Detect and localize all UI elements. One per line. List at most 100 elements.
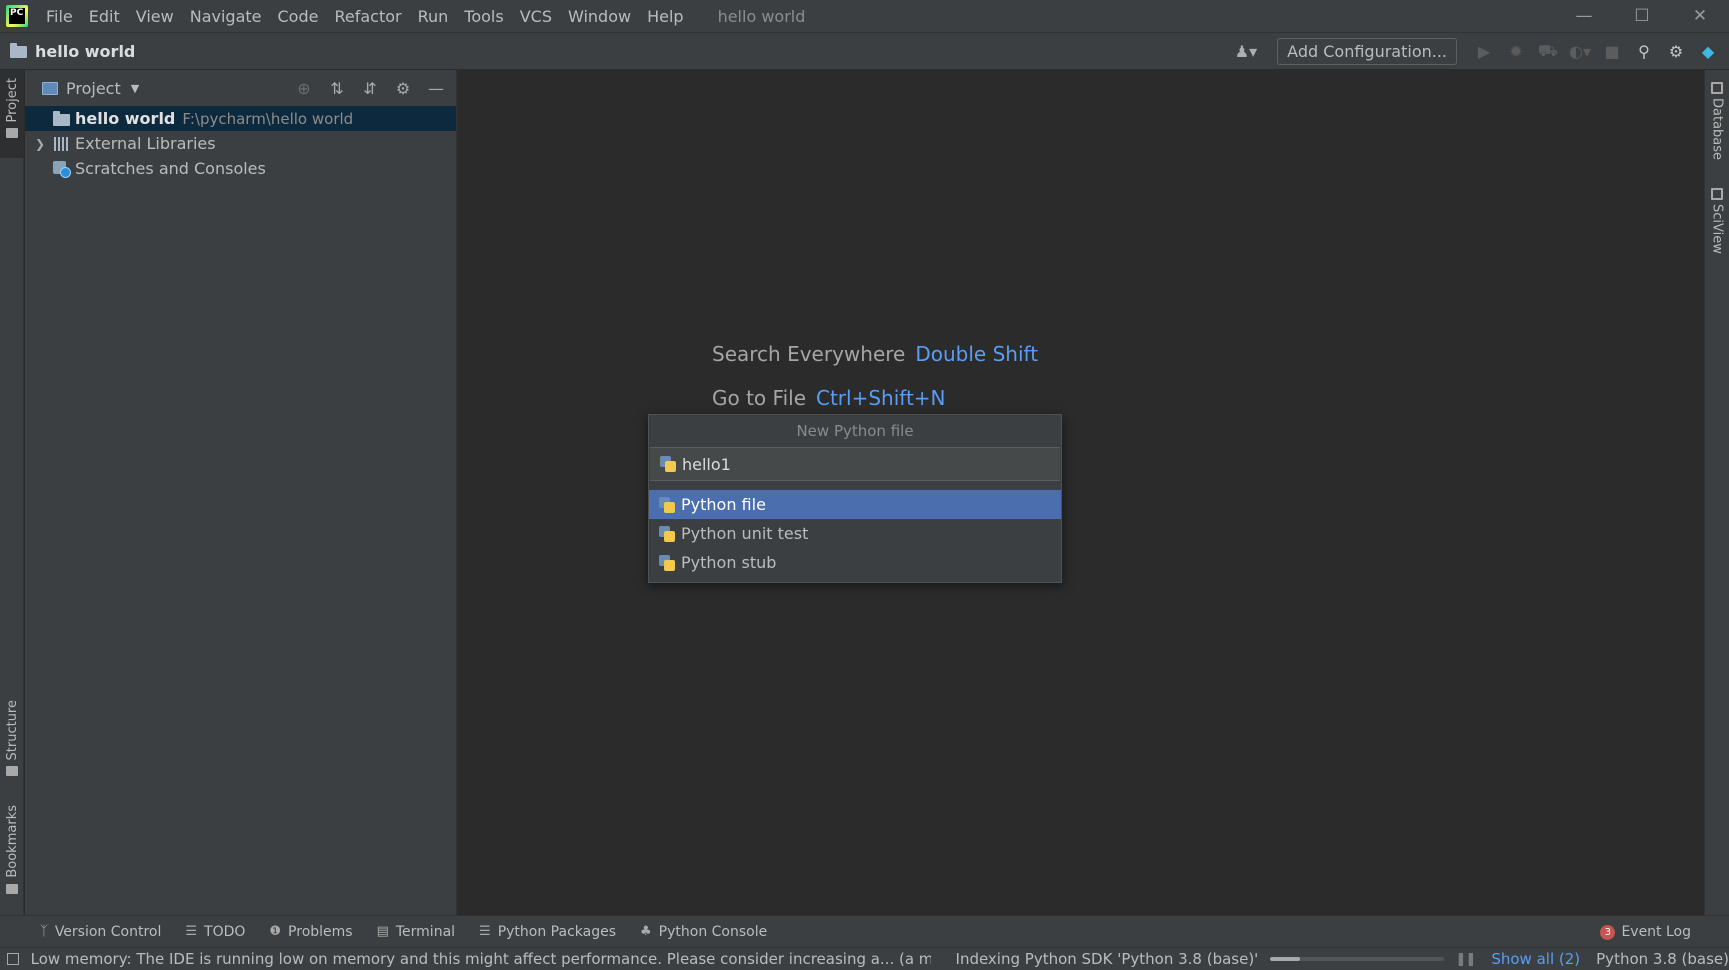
python-packages-tab[interactable]: ☰ Python Packages — [479, 924, 616, 940]
bookmarks-tool-tab[interactable]: Bookmarks — [0, 805, 24, 894]
expand-all-icon[interactable]: ⇅ — [325, 76, 349, 100]
run-toolbar: ♟▾ Add Configuration... ▶ ✹ ⛟ ◐▾ ■ ⚲ ⚙ ◆ — [1235, 33, 1729, 69]
file-type-list: Python file Python unit test Python stub — [649, 481, 1061, 577]
close-icon[interactable]: ✕ — [1671, 0, 1729, 32]
menu-window[interactable]: Window — [568, 7, 631, 26]
interpreter-selector[interactable]: Python 3.8 (base) — [1596, 950, 1729, 968]
gear-icon[interactable]: ⚙ — [1665, 40, 1687, 62]
bookmark-icon — [6, 883, 18, 894]
breadcrumb[interactable]: hello world — [35, 42, 135, 61]
python-test-icon — [659, 525, 675, 542]
search-everywhere-hint: Search Everywhere Double Shift — [712, 342, 1038, 366]
chevron-right-icon[interactable]: ❯ — [35, 137, 49, 151]
stop-icon[interactable]: ■ — [1601, 40, 1623, 62]
menu-vcs[interactable]: VCS — [520, 7, 552, 26]
show-all-link[interactable]: Show all (2) — [1491, 950, 1580, 968]
option-python-stub[interactable]: Python stub — [649, 548, 1061, 577]
database-tool-tab[interactable]: Database — [1705, 82, 1729, 160]
hint-shortcut: Double Shift — [915, 342, 1039, 366]
info-icon: ❶ — [269, 924, 282, 939]
locate-file-icon[interactable]: ⊕ — [292, 76, 316, 100]
minimize-icon[interactable]: — — [1555, 0, 1613, 32]
event-count-badge: 3 — [1600, 924, 1616, 940]
go-to-file-hint: Go to File Ctrl+Shift+N — [712, 386, 946, 410]
packages-icon: ☰ — [479, 924, 491, 939]
python-file-icon — [660, 456, 676, 472]
option-label: Python stub — [681, 553, 777, 572]
structure-icon — [6, 766, 18, 777]
file-name-input[interactable]: hello1 — [650, 447, 1060, 481]
menu-code[interactable]: Code — [278, 7, 319, 26]
database-tab-label: Database — [1709, 98, 1725, 161]
editor-area[interactable]: Search Everywhere Double Shift Go to File… — [458, 70, 1704, 915]
tab-label: Terminal — [395, 923, 456, 940]
problems-tab[interactable]: ❶ Problems — [269, 924, 352, 940]
debug-icon[interactable]: ✹ — [1505, 40, 1527, 62]
gear-icon[interactable]: ⚙ — [391, 76, 415, 100]
project-tree: ▸ hello world F:\pycharm\hello world ❯ E… — [25, 106, 456, 181]
menu-run[interactable]: Run — [418, 7, 449, 26]
scratches-icon — [53, 161, 71, 178]
list-icon: ☰ — [185, 924, 198, 939]
tree-item-label: Scratches and Consoles — [75, 159, 266, 178]
search-icon[interactable]: ⚲ — [1633, 40, 1655, 62]
tab-label: TODO — [204, 923, 246, 940]
database-icon — [1711, 82, 1723, 94]
sciview-tool-tab[interactable]: SciView — [1705, 188, 1729, 254]
status-bar: Low memory: The IDE is running low on me… — [0, 947, 1729, 970]
tree-item-external-libraries[interactable]: ❯ External Libraries — [25, 131, 456, 156]
right-tool-stripe: Database SciView — [1704, 70, 1729, 915]
jetbrains-toolbox-icon[interactable]: ◆ — [1697, 40, 1719, 62]
chevron-down-icon[interactable]: ▼ — [131, 82, 139, 95]
coverage-icon[interactable]: ⛟ — [1537, 40, 1559, 62]
terminal-tab[interactable]: ▤ Terminal — [377, 924, 455, 940]
libraries-icon — [53, 136, 71, 151]
structure-tool-tab[interactable]: Structure — [0, 700, 24, 777]
folder-icon — [6, 128, 18, 139]
left-tool-stripe: Project Structure Bookmarks — [0, 70, 24, 915]
toggle-tool-windows-icon[interactable] — [7, 953, 19, 965]
add-configuration-button[interactable]: Add Configuration... — [1277, 37, 1457, 65]
option-python-file[interactable]: Python file — [649, 490, 1061, 519]
menu-navigate[interactable]: Navigate — [190, 7, 262, 26]
hide-panel-icon[interactable]: — — [424, 76, 448, 100]
todo-tab[interactable]: ☰ TODO — [185, 924, 245, 940]
status-message[interactable]: Low memory: The IDE is running low on me… — [31, 950, 931, 968]
user-dropdown-icon[interactable]: ♟▾ — [1235, 42, 1257, 61]
version-control-tab[interactable]: ᛉ Version Control — [40, 924, 161, 940]
event-log-tab[interactable]: 3 Event Log — [1600, 916, 1691, 948]
collapse-all-icon[interactable]: ⇵ — [358, 76, 382, 100]
tree-item-scratches[interactable]: ▸ Scratches and Consoles — [25, 156, 456, 181]
project-panel-header: Project ▼ ⊕ ⇅ ⇵ ⚙ — — [25, 70, 456, 106]
tree-item-hello-world[interactable]: ▸ hello world F:\pycharm\hello world — [25, 106, 456, 131]
menu-edit[interactable]: Edit — [89, 7, 120, 26]
option-python-unit-test[interactable]: Python unit test — [649, 519, 1061, 548]
tab-label: Version Control — [54, 923, 162, 940]
indexing-status: Indexing Python SDK 'Python 3.8 (base)' — [955, 950, 1259, 968]
menu-view[interactable]: View — [136, 7, 174, 26]
tree-item-path: F:\pycharm\hello world — [182, 109, 354, 128]
project-view-selector[interactable]: Project — [66, 79, 121, 98]
project-tool-tab[interactable]: Project — [0, 70, 24, 158]
pause-icon[interactable]: ❚❚ — [1456, 952, 1477, 967]
tab-label: Event Log — [1621, 924, 1691, 940]
option-label: Python unit test — [681, 524, 809, 543]
new-python-file-popup: New Python file hello1 Python file Pytho… — [648, 414, 1062, 583]
menu-refactor[interactable]: Refactor — [334, 7, 401, 26]
python-file-icon — [659, 496, 675, 513]
menu-tools[interactable]: Tools — [464, 7, 503, 26]
tree-item-label: hello world — [75, 109, 176, 128]
menu-help[interactable]: Help — [647, 7, 683, 26]
python-console-tab[interactable]: ♣ Python Console — [640, 924, 767, 940]
python-stub-icon — [659, 554, 675, 571]
popup-title: New Python file — [649, 415, 1061, 447]
menu-file[interactable]: File — [46, 7, 73, 26]
run-icon[interactable]: ▶ — [1473, 40, 1495, 62]
maximize-icon[interactable]: ☐ — [1613, 0, 1671, 32]
folder-icon — [10, 43, 28, 58]
file-name-value[interactable]: hello1 — [682, 455, 731, 474]
bookmarks-tab-label: Bookmarks — [4, 805, 20, 878]
window-title: hello world — [717, 6, 806, 26]
profile-icon[interactable]: ◐▾ — [1569, 40, 1591, 62]
hint-label: Search Everywhere — [712, 342, 906, 366]
